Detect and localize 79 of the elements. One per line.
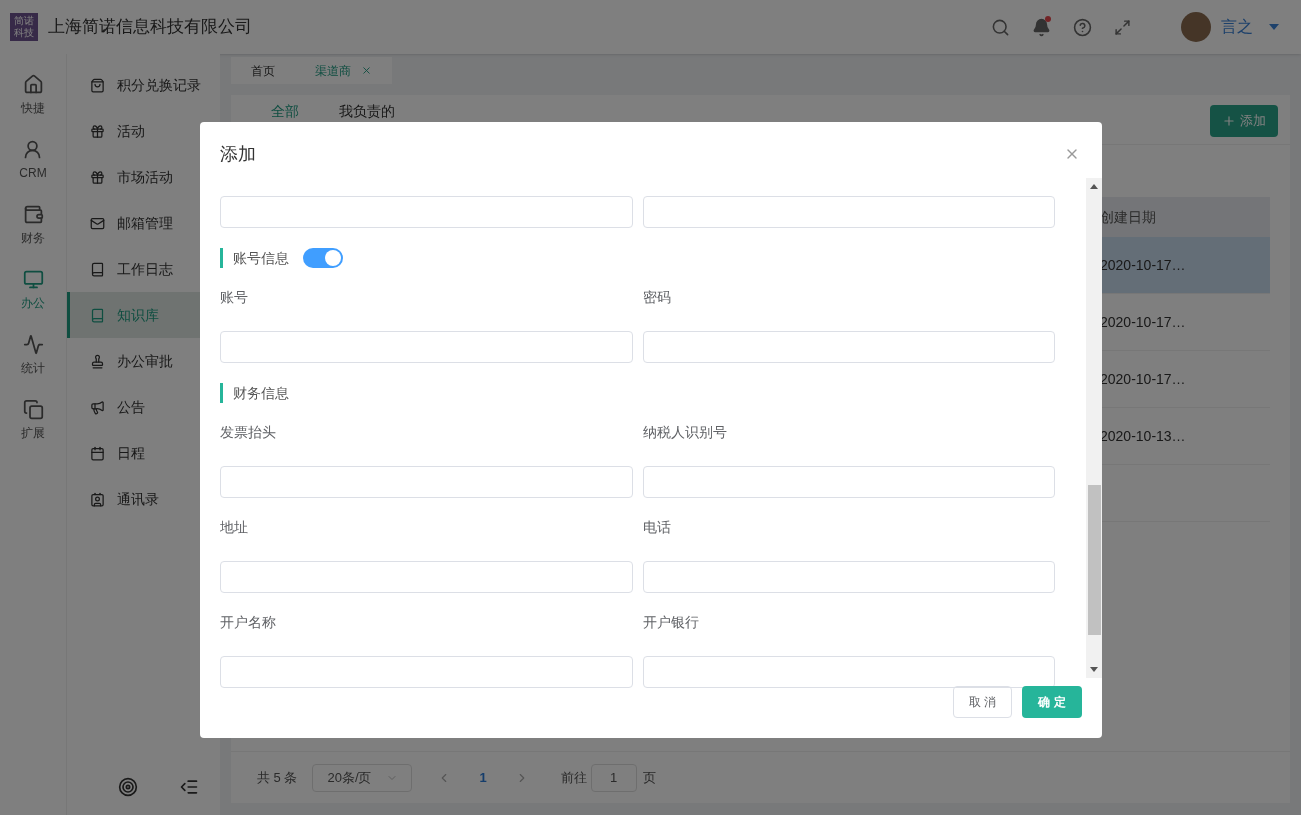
target-icon[interactable]: [117, 777, 138, 797]
section-title: 账号信息: [220, 248, 289, 268]
collapse-icon[interactable]: [179, 777, 200, 797]
megaphone-icon: [90, 399, 105, 415]
rail-item[interactable]: 财务: [21, 204, 45, 247]
goto-label: 前往: [560, 768, 587, 787]
section-title: 财务信息: [220, 383, 289, 403]
rail-item[interactable]: 扩展: [21, 399, 45, 442]
monitor-icon: [22, 269, 44, 290]
field-label: 密码: [642, 288, 672, 307]
rail-item[interactable]: CRM: [19, 139, 47, 182]
field-label: 账号: [220, 288, 249, 307]
input-field[interactable]: [220, 561, 633, 593]
menu-item[interactable]: 工作日志: [67, 246, 220, 292]
page-unit: 页: [642, 768, 656, 787]
input-field[interactable]: [220, 331, 633, 363]
menu-item[interactable]: 日程: [67, 430, 220, 476]
stamp-icon: [90, 353, 105, 369]
field-label: 开户银行: [642, 613, 700, 632]
squares-icon: [22, 399, 44, 420]
input-field[interactable]: [220, 466, 633, 498]
company-logo: 简诺科技: [10, 13, 38, 41]
input-field[interactable]: [642, 196, 1055, 228]
rail-item[interactable]: 快捷: [21, 74, 45, 117]
dialog-title: 添加: [220, 142, 256, 166]
add-button[interactable]: 添加: [1210, 105, 1278, 137]
rail-item[interactable]: 统计: [21, 334, 45, 377]
calendar-icon: [90, 445, 105, 461]
field-label: 发票抬头: [220, 423, 277, 442]
filter-tab[interactable]: 我负责的: [339, 101, 395, 122]
input-field[interactable]: [642, 331, 1055, 363]
close-icon[interactable]: [361, 65, 372, 76]
plus-icon: [1222, 114, 1236, 128]
filter-tab[interactable]: 全部: [271, 101, 299, 122]
input-field[interactable]: [642, 466, 1055, 498]
total-count: 共 5 条: [257, 768, 298, 787]
home-icon: [22, 74, 44, 95]
menu-item[interactable]: 办公审批: [67, 338, 220, 384]
avatar[interactable]: [1181, 12, 1211, 42]
input-field[interactable]: [642, 656, 1055, 688]
fullscreen-icon[interactable]: [1114, 18, 1131, 36]
menu-item[interactable]: 通讯录: [67, 476, 220, 522]
mail-icon: [90, 215, 105, 231]
input-field[interactable]: [642, 561, 1055, 593]
field-label: 开户名称: [220, 613, 277, 632]
company-name: 上海简诺信息科技有限公司: [48, 16, 252, 39]
field-label: 纳税人识别号: [642, 423, 728, 442]
rail-item[interactable]: 办公: [21, 269, 45, 312]
book-icon: [90, 307, 105, 323]
book-icon: [90, 261, 105, 277]
bell-icon[interactable]: [1032, 17, 1051, 37]
page-input[interactable]: 1: [590, 763, 637, 792]
menu-item[interactable]: 积分兑换记录: [67, 62, 220, 108]
page-size-select[interactable]: 20条/页: [312, 763, 413, 792]
menu-item[interactable]: 邮箱管理: [67, 200, 220, 246]
contact-card-icon: [90, 491, 105, 507]
toggle-switch[interactable]: [303, 248, 343, 268]
menu-item[interactable]: 市场活动: [67, 154, 220, 200]
field-label: 电话: [642, 518, 672, 537]
search-icon[interactable]: [991, 17, 1010, 37]
gift-icon: [90, 169, 105, 185]
wallet-icon: [22, 204, 44, 225]
page-tab[interactable]: 首页: [231, 57, 295, 84]
page-tab[interactable]: 渠道商: [295, 57, 392, 84]
input-field[interactable]: [220, 196, 633, 228]
chart-icon: [22, 334, 44, 355]
bag-icon: [90, 77, 105, 93]
confirm-button[interactable]: 确 定: [1022, 686, 1082, 718]
menu-item[interactable]: 公告: [67, 384, 220, 430]
field-label: 地址: [220, 518, 249, 537]
scrollbar[interactable]: [1086, 178, 1102, 678]
menu-item[interactable]: 活动: [67, 108, 220, 154]
caret-icon[interactable]: [1269, 24, 1279, 30]
page-number[interactable]: 1: [479, 767, 487, 788]
input-field[interactable]: [220, 656, 633, 688]
cancel-button[interactable]: 取 消: [953, 686, 1012, 718]
user-name[interactable]: 言之: [1221, 15, 1253, 39]
gift-icon: [90, 123, 105, 139]
help-icon[interactable]: [1073, 17, 1092, 37]
